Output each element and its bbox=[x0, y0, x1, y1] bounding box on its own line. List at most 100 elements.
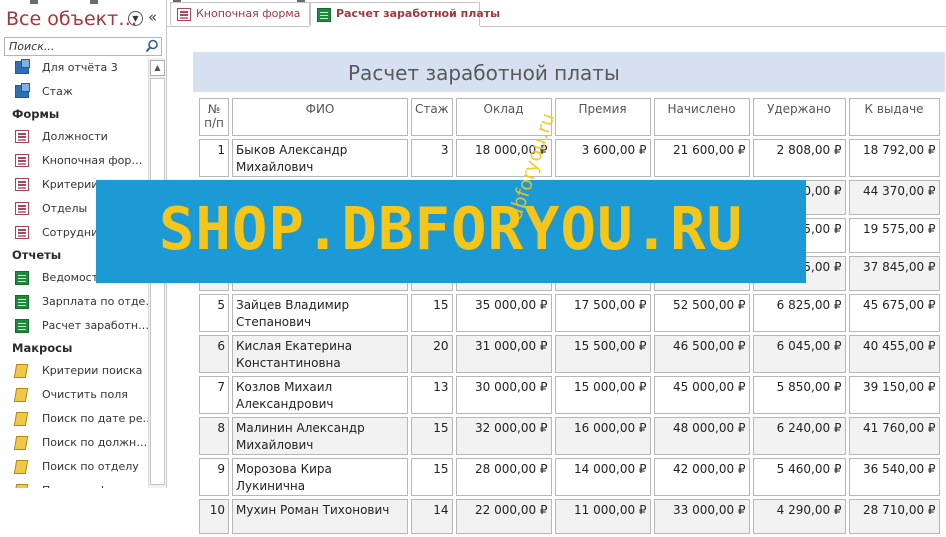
column-header: Премия bbox=[554, 98, 651, 136]
table-cell: 14 000,00 ₽ bbox=[554, 458, 651, 496]
nav-item-label: Должности bbox=[42, 130, 108, 143]
nav-group-header[interactable]: Формы bbox=[0, 104, 148, 125]
table-cell: 7 bbox=[199, 376, 229, 414]
nav-item[interactable]: Очистить поля bbox=[0, 383, 148, 407]
table-cell: Быков Александр Михайлович bbox=[232, 139, 408, 177]
nav-item[interactable]: Расчет заработн… bbox=[0, 314, 148, 338]
nav-item[interactable]: Критерии поиска bbox=[0, 359, 148, 383]
collapse-pane-icon[interactable]: « bbox=[148, 8, 157, 26]
nav-item-label: Критерии поиска bbox=[42, 364, 143, 377]
table-cell: 45 675,00 ₽ bbox=[848, 294, 940, 332]
nav-item-label: Зарплата по отде… bbox=[42, 295, 148, 308]
nav-item-label: Отделы bbox=[42, 202, 88, 215]
tab-label: Расчет заработной платы bbox=[336, 7, 501, 20]
macro-icon bbox=[13, 364, 29, 378]
nav-item-label: Поиск по должн… bbox=[42, 436, 148, 449]
search-icon[interactable] bbox=[145, 39, 159, 53]
table-row: 8 Малинин Александр Михайлович 15 32 000,00… bbox=[199, 417, 940, 455]
table-cell: 39 150,00 ₽ bbox=[848, 376, 940, 414]
table-row: 9 Морозова Кира Лукинична 15 28 000,00 ₽14 … bbox=[199, 458, 940, 496]
table-cell: 13 bbox=[411, 376, 453, 414]
nav-item[interactable]: Зарплата по отде… bbox=[0, 290, 148, 314]
report-header-band: Расчет заработной платы bbox=[193, 52, 945, 92]
table-cell: 22 000,00 ₽ bbox=[455, 499, 552, 534]
table-cell: 30 000,00 ₽ bbox=[455, 376, 552, 414]
table-cell: 15 000,00 ₽ bbox=[554, 376, 651, 414]
report-icon bbox=[15, 319, 29, 333]
table-row: 1 Быков Александр Михайлович 3 18 000,00 ₽3… bbox=[199, 139, 940, 177]
table-cell: 3 bbox=[411, 139, 453, 177]
table-cell: 41 760,00 ₽ bbox=[848, 417, 940, 455]
nav-item-label: Поиск по фамил… bbox=[42, 479, 147, 488]
nav-search-input[interactable] bbox=[7, 38, 146, 54]
scroll-up-icon[interactable]: ▲ bbox=[150, 60, 165, 76]
nav-group-header[interactable]: Макросы bbox=[0, 338, 148, 359]
nav-item-label: Кнопочная фор… bbox=[42, 154, 143, 167]
nav-search-box[interactable] bbox=[4, 37, 162, 56]
macro-icon bbox=[13, 388, 29, 402]
nav-item-label: Расчет заработн… bbox=[42, 319, 148, 332]
table-cell: 36 540,00 ₽ bbox=[848, 458, 940, 496]
query-icon bbox=[15, 59, 30, 74]
table-cell: 15 bbox=[411, 417, 453, 455]
table-cell: 9 bbox=[199, 458, 229, 496]
salary-table: № п/п ФИО Стаж Оклад Премия Начислено Удержано… bbox=[196, 95, 943, 537]
table-cell: 45 000,00 ₽ bbox=[653, 376, 750, 414]
nav-item-label: Поиск по дате ре… bbox=[42, 412, 148, 425]
table-cell: 6 240,00 ₽ bbox=[752, 417, 846, 455]
tab-switchboard-form[interactable]: Кнопочная форма bbox=[170, 2, 310, 25]
table-cell: 15 bbox=[411, 458, 453, 496]
nav-top-strip bbox=[0, 0, 166, 4]
nav-item[interactable]: Поиск по должн… bbox=[0, 431, 148, 455]
form-icon bbox=[15, 130, 29, 143]
tab-label: Кнопочная форма bbox=[196, 7, 301, 20]
table-cell: 2 808,00 ₽ bbox=[752, 139, 846, 177]
macro-icon bbox=[13, 436, 29, 450]
table-cell: 15 500,00 ₽ bbox=[554, 335, 651, 373]
table-cell: 46 500,00 ₽ bbox=[653, 335, 750, 373]
nav-item[interactable]: Поиск по дате ре… bbox=[0, 407, 148, 431]
table-cell: 52 500,00 ₽ bbox=[653, 294, 750, 332]
table-header-row: № п/п ФИО Стаж Оклад Премия Начислено Удержано… bbox=[199, 98, 940, 136]
table-cell: 21 600,00 ₽ bbox=[653, 139, 750, 177]
tab-salary-report[interactable]: Расчет заработной платы bbox=[310, 2, 500, 27]
column-header: ФИО bbox=[232, 98, 408, 136]
document-tab-bar: Кнопочная форма Расчет заработной платы bbox=[167, 0, 946, 27]
nav-item[interactable]: Кнопочная фор… bbox=[0, 149, 148, 173]
table-cell: Мухин Роман Тихонович bbox=[232, 499, 408, 534]
chevron-down-icon[interactable]: ▼ bbox=[128, 11, 143, 26]
watermark-text: SHOP.DBFORYOU.RU bbox=[158, 194, 744, 263]
report-icon bbox=[15, 271, 29, 285]
nav-item[interactable]: Для отчёта 3 bbox=[0, 56, 148, 80]
table-cell: 8 bbox=[199, 417, 229, 455]
column-header: К выдаче bbox=[848, 98, 940, 136]
table-row: 10 Мухин Роман Тихонович 14 22 000,00 ₽11 0… bbox=[199, 499, 940, 534]
nav-item-label: Стаж bbox=[42, 85, 73, 98]
nav-item[interactable]: Поиск по отделу bbox=[0, 455, 148, 479]
nav-pane-title[interactable]: Все объект… bbox=[6, 8, 137, 30]
table-cell: 6 bbox=[199, 335, 229, 373]
table-cell: Козлов Михаил Александрович bbox=[232, 376, 408, 414]
nav-item[interactable]: Стаж bbox=[0, 80, 148, 104]
report-icon bbox=[317, 8, 331, 22]
column-header: Стаж bbox=[411, 98, 453, 136]
table-cell: 11 000,00 ₽ bbox=[554, 499, 651, 534]
column-header: Удержано bbox=[752, 98, 846, 136]
qat-marker bbox=[30, 0, 38, 4]
nav-item[interactable]: Поиск по фамил… bbox=[0, 479, 148, 488]
table-cell: 37 845,00 ₽ bbox=[848, 256, 940, 291]
table-cell: 48 000,00 ₽ bbox=[653, 417, 750, 455]
table-cell: 15 bbox=[411, 294, 453, 332]
table-cell: 32 000,00 ₽ bbox=[455, 417, 552, 455]
form-icon bbox=[15, 226, 29, 239]
table-cell: 28 710,00 ₽ bbox=[848, 499, 940, 534]
table-cell: 20 bbox=[411, 335, 453, 373]
query-icon bbox=[15, 83, 30, 98]
table-row: 7 Козлов Михаил Александрович 13 30 000,00 … bbox=[199, 376, 940, 414]
nav-item-label: Для отчёта 3 bbox=[42, 61, 118, 74]
macro-icon bbox=[13, 412, 29, 426]
table-cell: 18 792,00 ₽ bbox=[848, 139, 940, 177]
table-cell: 10 bbox=[199, 499, 229, 534]
table-cell: 19 575,00 ₽ bbox=[848, 218, 940, 253]
nav-item[interactable]: Должности bbox=[0, 125, 148, 149]
